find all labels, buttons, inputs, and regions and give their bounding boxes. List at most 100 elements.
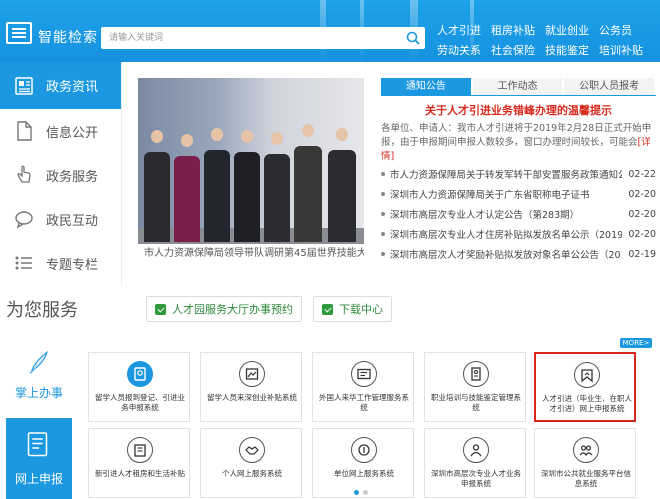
quick-link-talent-intro[interactable]: 人才引进 (437, 22, 485, 38)
photo-person-head (181, 134, 193, 147)
id-card-icon (351, 361, 377, 387)
sidebar-item-label: 政民互动 (46, 213, 99, 229)
tab-notices[interactable]: 通知公告 (381, 78, 471, 95)
service-card-rent-living-subsidy[interactable]: 新引进人才租房和生活补贴 (88, 428, 190, 498)
online-declaration-label: 网上申报 (14, 472, 63, 486)
quick-link-social-insurance[interactable]: 社会保险 (491, 42, 539, 58)
search-icon[interactable] (405, 30, 421, 46)
person-icon (463, 437, 489, 463)
bullet-icon (381, 232, 385, 236)
download-icon (322, 303, 333, 315)
quick-link-labor-relations[interactable]: 劳动关系 (437, 42, 485, 58)
certificate-icon (463, 361, 489, 387)
photo-person-head (211, 128, 223, 141)
mobile-service-tab[interactable]: 掌上办事 (6, 338, 72, 416)
quick-links: 人才引进 租房补贴 就业创业 公务员 劳动关系 社会保险 技能鉴定 培训补贴 (437, 22, 657, 58)
news-item-title: 深圳市人力资源保障局关于广东省职称电子证书 (390, 190, 590, 201)
photo-person (174, 156, 200, 242)
hand-pointer-icon (12, 163, 36, 187)
bookmark-house-icon (574, 362, 600, 388)
featured-news-photo[interactable]: 市人力资源保障局领导带队调研第45届世界技能大 (138, 78, 364, 264)
quick-link-skill-appraisal[interactable]: 技能鉴定 (545, 42, 593, 58)
coin-icon (351, 437, 377, 463)
news-list-item[interactable]: 市人力资源保障局关于转发军转干部安置服务政策通知公告 02-22 (381, 164, 656, 184)
quick-link-civil-servant[interactable]: 公务员 (599, 22, 647, 38)
photo-person-head (151, 130, 163, 143)
service-card-overseas-startup-subsidy[interactable]: 留学人员来深创业补贴系统 (200, 352, 302, 422)
sidebar-item-public-interaction[interactable]: 政民互动 (0, 197, 121, 241)
service-card-personal-online[interactable]: 个人网上服务系统 (200, 428, 302, 498)
sidebar: 政务资讯 信息公开 政务服务 政民互动 专题专栏 (0, 62, 122, 286)
service-card-label: 留学人员报到登记、引进业务申报系统 (95, 393, 185, 412)
group-icon (573, 437, 599, 463)
search-input[interactable] (109, 31, 389, 45)
service-card-label: 职业培训与技能鉴定管理系统 (431, 393, 521, 412)
more-button[interactable]: MORE> (620, 338, 652, 348)
service-card-high-level-talent[interactable]: 深圳市高层次专业人才业务申报系统 (424, 428, 526, 498)
news-item-title: 市人力资源保障局关于转发军转干部安置服务政策通知公告 (390, 170, 622, 181)
news-list-item[interactable]: 深圳市高层次人才奖励补贴拟发放对象名单公公告（2019 02-19 (381, 244, 656, 264)
service-card-foreigner-work[interactable]: 外国人来华工作管理服务系统 (312, 352, 414, 422)
building-icon (127, 437, 153, 463)
news-summary: 各单位、申请人：我市人才引进将于2019年2月28日正式开始申报，由于申报期间申… (381, 122, 656, 164)
quill-icon (29, 350, 48, 374)
news-list-item[interactable]: 深圳市人力资源保障局关于广东省职称电子证书 02-20 (381, 184, 656, 204)
sidebar-item-gov-news[interactable]: 政务资讯 (0, 62, 121, 109)
hall-appointment-button[interactable]: 人才园服务大厅办事预约 (146, 296, 302, 322)
service-card-unit-online[interactable]: 单位网上服务系统 (312, 428, 414, 498)
service-card-label: 人才引进（毕业生、在职人才引进）网上申报系统 (542, 394, 632, 413)
news-list: 市人力资源保障局关于转发军转干部安置服务政策通知公告 02-22 深圳市人力资源… (381, 164, 656, 264)
photo-person-head (302, 124, 314, 137)
news-item-date: 02-19 (628, 248, 656, 260)
appointment-icon (155, 303, 166, 315)
service-card-label: 单位网上服务系统 (334, 469, 394, 478)
photo-frame-icon (239, 361, 265, 387)
quick-link-training-subsidy[interactable]: 培训补贴 (599, 42, 647, 58)
photo-person (234, 152, 260, 242)
news-headline[interactable]: 关于人才引进业务错峰办理的温馨提示 (381, 102, 656, 118)
sidebar-item-info-disclosure[interactable]: 信息公开 (0, 109, 121, 153)
smart-search-title: 智能检索 (38, 30, 98, 46)
service-card-label: 留学人员来深创业补贴系统 (207, 393, 297, 402)
chat-bubble-icon (12, 207, 36, 231)
photo-person (144, 152, 170, 242)
service-card-label: 新引进人才租房和生活补贴 (95, 469, 185, 478)
bullet-icon (381, 192, 385, 196)
smart-search-icon (6, 22, 32, 44)
news-item-date: 02-20 (628, 228, 656, 240)
service-card-vocational-training[interactable]: 职业培训与技能鉴定管理系统 (424, 352, 526, 422)
photo-person (294, 146, 322, 242)
photo-caption[interactable]: 市人力资源保障局领导带队调研第45届世界技能大 (138, 244, 364, 264)
service-card-overseas-registration[interactable]: 留学人员报到登记、引进业务申报系统 (88, 352, 190, 422)
mobile-service-label: 掌上办事 (14, 386, 63, 400)
form-icon (27, 432, 48, 457)
sidebar-item-special-topics[interactable]: 专题专栏 (0, 241, 121, 285)
top-banner: 智能检索 人才引进 租房补贴 就业创业 公务员 劳动关系 社会保险 技能鉴定 培… (0, 0, 660, 62)
tab-work-updates[interactable]: 工作动态 (472, 78, 563, 95)
tab-civil-exam[interactable]: 公职人员报考 (564, 78, 655, 95)
service-card-talent-introduction[interactable]: 人才引进（毕业生、在职人才引进）网上申报系统 (534, 352, 636, 422)
photo-person-head (271, 132, 283, 145)
document-icon (12, 119, 36, 143)
service-card-label: 个人网上服务系统 (222, 469, 282, 478)
news-item-date: 02-22 (628, 168, 656, 180)
service-card-public-employment[interactable]: 深圳市公共就业服务平台信息系统 (534, 428, 636, 498)
bullet-icon (381, 252, 385, 256)
sidebar-item-label: 政务服务 (46, 169, 99, 185)
bullet-icon (381, 212, 385, 216)
sidebar-item-label: 专题专栏 (46, 257, 99, 273)
quick-link-rent-subsidy[interactable]: 租房补贴 (491, 22, 539, 38)
service-mode-panel: 掌上办事 网上申报 (6, 338, 72, 499)
newspaper-icon (12, 74, 36, 98)
service-card-label: 深圳市公共就业服务平台信息系统 (541, 469, 631, 488)
news-list-item[interactable]: 深圳市高层次专业人才住房补贴拟发放名单公示（2019年1月） 02-20 (381, 224, 656, 244)
sidebar-item-label: 政务资讯 (46, 80, 99, 95)
news-tabs: 通知公告 工作动态 公职人员报考 (381, 78, 656, 96)
sidebar-item-gov-service[interactable]: 政务服务 (0, 153, 121, 197)
carousel-dot[interactable] (354, 490, 359, 495)
news-list-item[interactable]: 深圳市高层次专业人才认定公告（第283期） 02-20 (381, 204, 656, 224)
carousel-dot[interactable] (363, 490, 368, 495)
online-declaration-tab[interactable]: 网上申报 (6, 418, 72, 499)
download-center-button[interactable]: 下载中心 (313, 296, 392, 322)
quick-link-employment[interactable]: 就业创业 (545, 22, 593, 38)
